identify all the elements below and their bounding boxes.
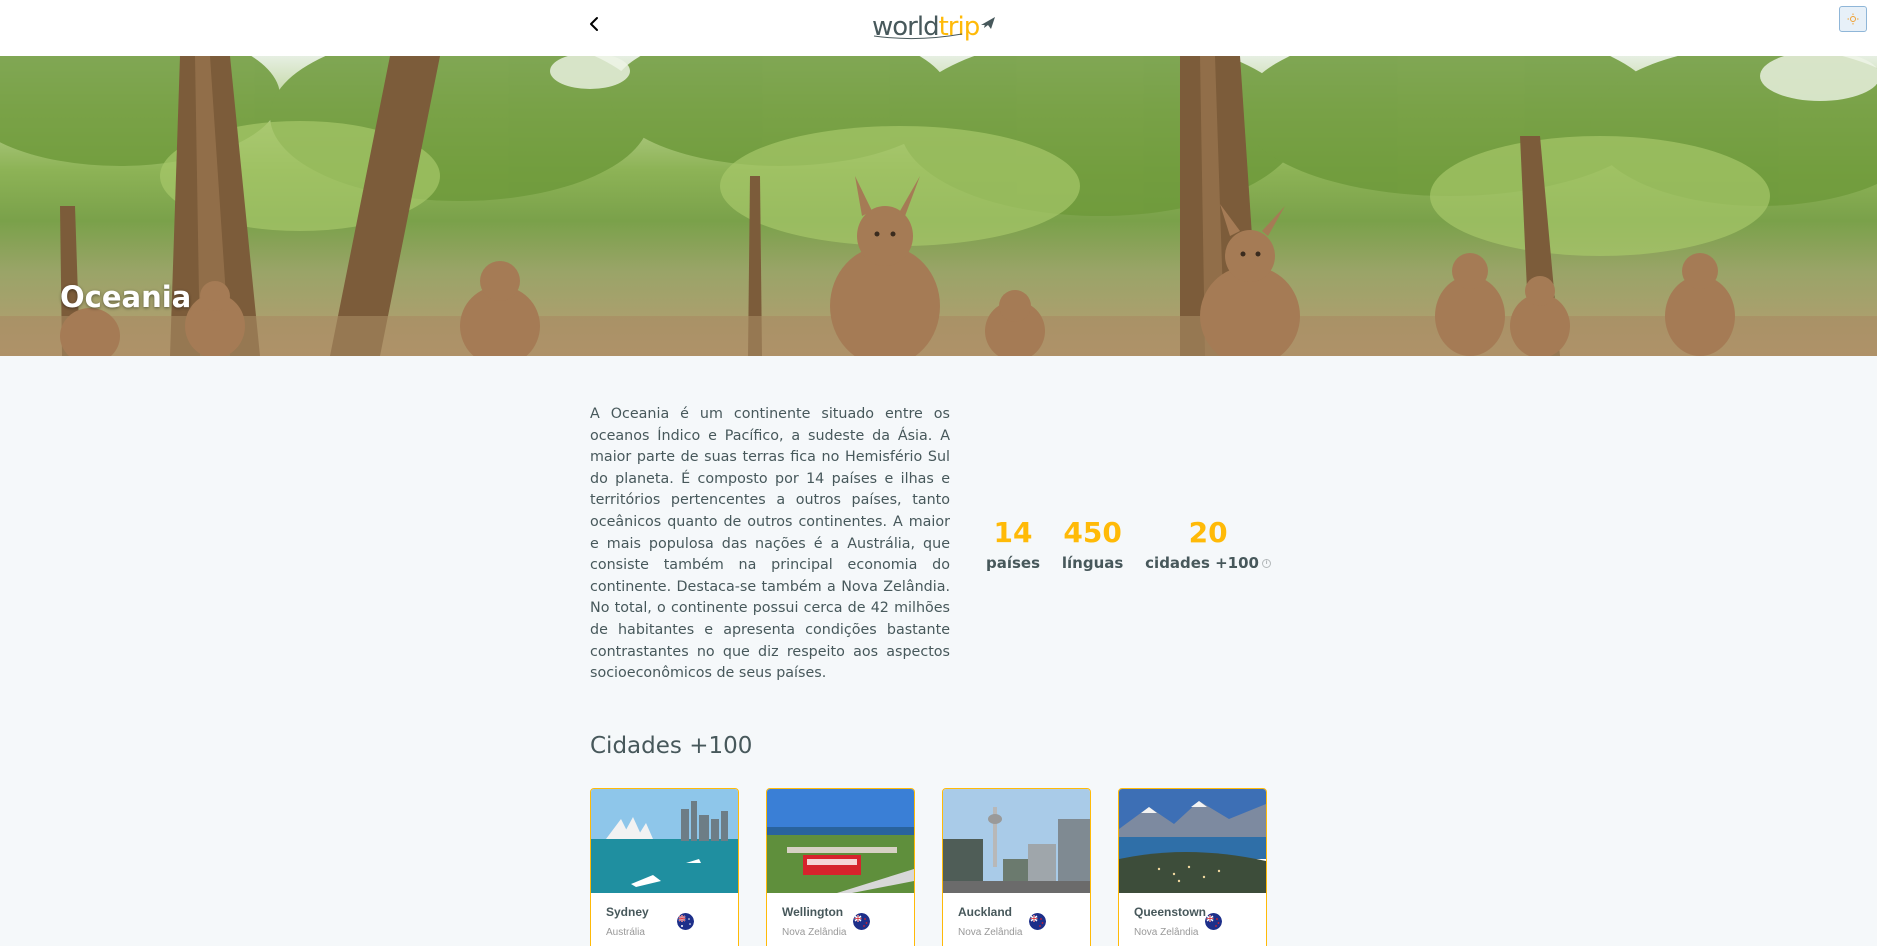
stat-languages: 450 línguas <box>1062 513 1123 573</box>
stat-label: cidades +100 <box>1145 554 1259 572</box>
airplane-icon <box>981 17 996 29</box>
new-zealand-flag-icon <box>1205 913 1222 930</box>
stat-value: 450 <box>1063 516 1122 549</box>
logo-swoosh <box>873 33 963 40</box>
stat-cities: 20 cidades +100 i <box>1145 513 1271 573</box>
continent-banner: Oceania <box>0 56 1877 356</box>
kangaroos-forest-image <box>0 56 1877 356</box>
city-photo <box>1119 789 1266 893</box>
stat-label-wrapper: cidades +100 i <box>1145 553 1271 573</box>
city-card-auckland[interactable]: Auckland Nova Zelândia <box>942 788 1091 946</box>
city-cards-grid: Sydney Austrália Wellington Nova Zelândi… <box>590 788 1267 946</box>
chevron-left-icon <box>590 17 598 31</box>
city-photo <box>767 789 914 893</box>
city-name: Auckland <box>958 905 1013 919</box>
stat-value: 20 <box>1188 516 1228 549</box>
stat-label: países <box>986 554 1041 572</box>
city-country: Austrália <box>606 927 645 938</box>
continent-title: Oceania <box>60 280 192 314</box>
cities-section-title: Cidades +100 <box>590 733 753 759</box>
city-photo <box>943 789 1090 893</box>
city-country: Nova Zelândia <box>1134 927 1199 938</box>
sun-icon <box>1847 13 1859 25</box>
continent-description: A Oceania é um continente situado entre … <box>590 406 950 682</box>
city-card-wellington[interactable]: Wellington Nova Zelândia <box>766 788 915 946</box>
logo-world-text: world <box>872 12 940 42</box>
stat-label: línguas <box>1061 554 1124 572</box>
theme-toggle-button[interactable] <box>1839 6 1867 32</box>
new-zealand-flag-icon <box>1029 913 1046 930</box>
city-name: Wellington <box>782 905 844 919</box>
logo-trip-text: trip <box>938 12 981 42</box>
city-country: Nova Zelândia <box>782 927 847 938</box>
city-photo <box>591 789 738 893</box>
city-name: Sydney <box>606 905 649 919</box>
continent-stats: 14 países 450 línguas 20 cidades +100 i <box>986 513 1271 573</box>
city-card-sydney[interactable]: Sydney Austrália <box>590 788 739 946</box>
city-country: Nova Zelândia <box>958 927 1023 938</box>
back-button[interactable] <box>584 12 604 36</box>
stat-countries: 14 países <box>986 513 1040 573</box>
new-zealand-flag-icon <box>853 913 870 930</box>
header: worldtrip <box>0 0 1877 56</box>
stat-value: 14 <box>993 516 1033 549</box>
australia-flag-icon <box>677 913 694 930</box>
info-icon[interactable]: i <box>1262 558 1271 568</box>
city-name: Queenstown <box>1134 905 1207 919</box>
worldtrip-logo[interactable]: worldtrip <box>872 8 996 42</box>
city-card-queenstown[interactable]: Queenstown Nova Zelândia <box>1118 788 1267 946</box>
